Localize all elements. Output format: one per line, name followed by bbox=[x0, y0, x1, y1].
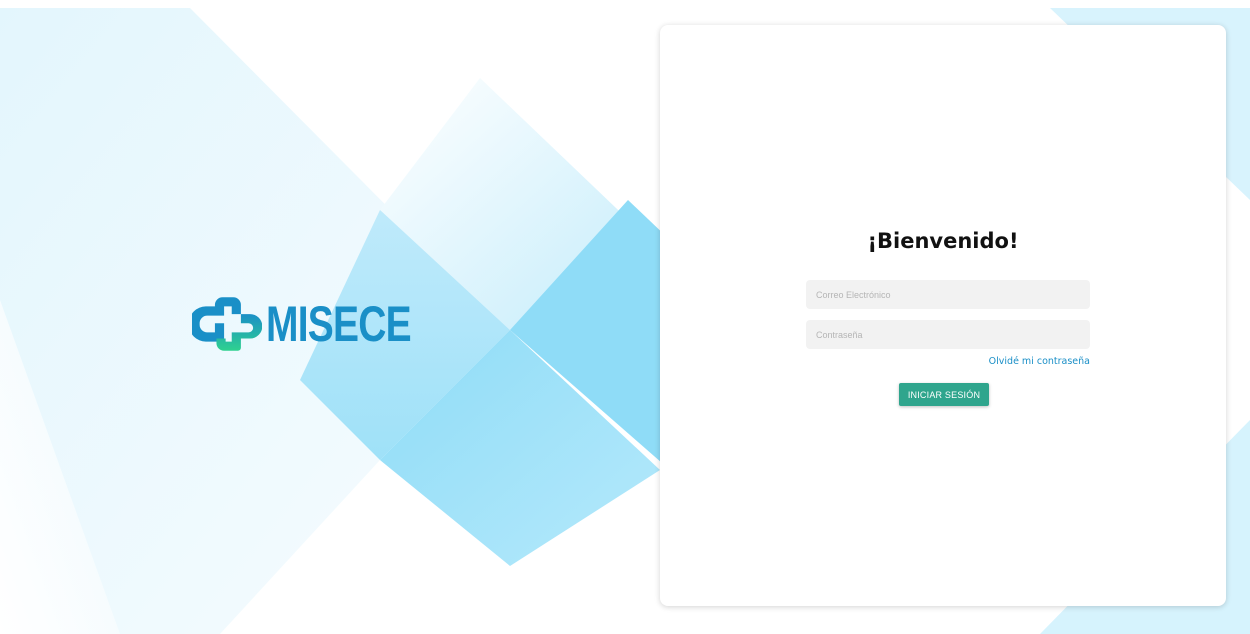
brand-name: MISECE bbox=[266, 296, 412, 352]
login-page: MISECE ¡Bienvenido! Olvidé mi contraseña… bbox=[0, 0, 1250, 634]
medical-cross-icon bbox=[192, 297, 263, 351]
password-field[interactable] bbox=[806, 320, 1090, 349]
email-field[interactable] bbox=[806, 280, 1090, 309]
login-button[interactable]: INICIAR SESIÓN bbox=[899, 383, 989, 406]
forgot-password-link[interactable]: Olvidé mi contraseña bbox=[989, 356, 1090, 367]
welcome-title: ¡Bienvenido! bbox=[867, 229, 1019, 253]
brand-logo: MISECE bbox=[192, 289, 452, 359]
login-card: ¡Bienvenido! Olvidé mi contraseña INICIA… bbox=[660, 25, 1226, 606]
